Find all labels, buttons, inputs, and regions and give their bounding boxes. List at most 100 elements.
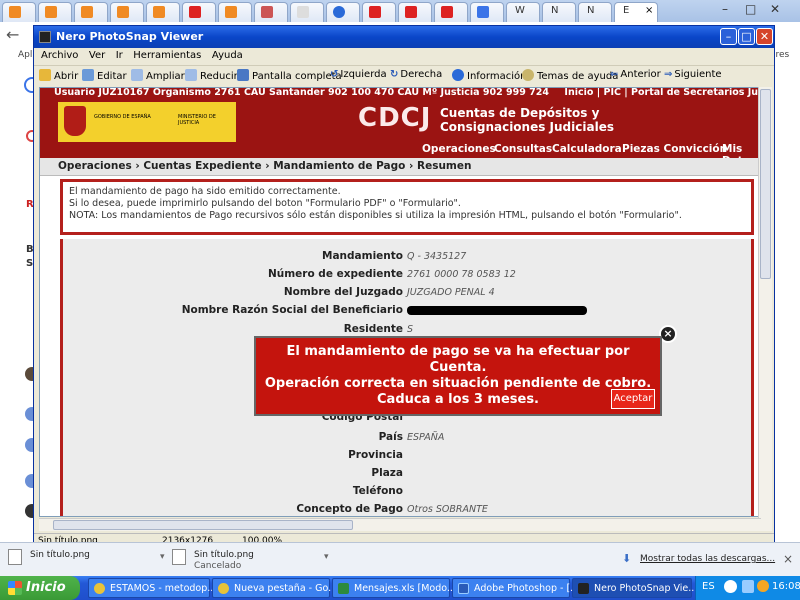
image-viewport[interactable]: Usuario JUZ10167 Organismo 2761 CAU Sant… <box>39 87 761 517</box>
arrow-right-icon: ⇒ <box>664 69 673 80</box>
zoom-out-button[interactable]: Reducir <box>185 69 238 82</box>
chevron-down-icon[interactable]: ▾ <box>324 552 329 562</box>
browser-tab[interactable] <box>434 2 468 22</box>
zoom-out-icon <box>185 69 197 81</box>
minimize-icon[interactable]: – <box>722 2 728 16</box>
vertical-scrollbar[interactable] <box>758 87 772 531</box>
browser-tab-strip: W N N E × – □ ✕ <box>0 0 800 22</box>
zoom-in-icon <box>131 69 143 81</box>
taskbar-item[interactable]: Adobe Photoshop - [... <box>452 578 579 598</box>
taskbar-item-active[interactable]: Nero PhotoSnap Vie... <box>572 578 697 598</box>
edit-button[interactable]: Editar <box>82 69 127 82</box>
nav-operaciones[interactable]: Operaciones <box>422 143 496 155</box>
minimize-button[interactable]: – <box>720 28 737 45</box>
close-icon[interactable]: × <box>783 552 793 566</box>
nav-calculadora[interactable]: Calculadora <box>552 143 622 155</box>
menu-ir[interactable]: Ir <box>116 50 123 61</box>
browser-tab[interactable] <box>218 2 252 22</box>
windows-logo-icon <box>8 581 22 595</box>
menu-ayuda[interactable]: Ayuda <box>212 50 243 61</box>
nav-consultas[interactable]: Consultas <box>494 143 552 155</box>
task-label: Nero PhotoSnap Vie... <box>594 583 698 594</box>
field-value: Q - 3435127 <box>407 251 467 262</box>
edit-icon <box>82 69 94 81</box>
nav-piezas-conviccion[interactable]: Piezas Convicción <box>622 143 727 155</box>
rotate-left-icon: ↺ <box>330 69 339 80</box>
field-row: Número de expediente 2761 0000 78 0583 12 <box>63 268 760 284</box>
start-button[interactable]: Inicio <box>0 576 80 600</box>
download-item[interactable]: Sin título.png ▾ <box>8 547 168 573</box>
browser-tab[interactable] <box>470 2 504 22</box>
zoom-in-button[interactable]: Ampliar <box>131 69 185 82</box>
chevron-down-icon[interactable]: ▾ <box>160 552 165 562</box>
browser-tab[interactable] <box>2 2 36 22</box>
browser-tab[interactable] <box>398 2 432 22</box>
rotate-right-label: Derecha <box>400 69 443 80</box>
browser-tab[interactable] <box>362 2 396 22</box>
fullscreen-icon <box>237 69 249 81</box>
scroll-thumb[interactable] <box>53 520 353 530</box>
back-arrow-icon[interactable]: ← <box>6 25 19 44</box>
browser-tab[interactable] <box>110 2 144 22</box>
taskbar-item[interactable]: Nueva pestaña - Go... <box>212 578 337 598</box>
accept-button[interactable]: Aceptar <box>611 389 655 409</box>
field-value: S <box>407 324 414 335</box>
notice-line: El mandamiento de pago ha sido emitido c… <box>69 186 341 197</box>
maximize-icon[interactable]: □ <box>745 2 756 16</box>
scroll-thumb[interactable] <box>760 89 771 279</box>
next-button[interactable]: ⇒ Siguiente <box>664 69 722 80</box>
browser-tab[interactable]: W <box>506 2 540 22</box>
info-icon <box>452 69 464 81</box>
coat-of-arms-icon <box>64 106 86 136</box>
browser-tab[interactable]: N <box>542 2 576 22</box>
browser-tab[interactable] <box>290 2 324 22</box>
zoom-in-label: Ampliar <box>146 71 185 82</box>
youtube-icon <box>189 6 201 18</box>
browser-tab-active[interactable]: E × <box>614 2 658 22</box>
browser-tab[interactable]: N <box>578 2 612 22</box>
show-all-downloads-link[interactable]: Mostrar todas las descargas... <box>640 554 775 564</box>
close-icon[interactable]: × <box>645 5 653 16</box>
close-button[interactable]: ✕ <box>756 28 773 45</box>
menu-archivo[interactable]: Archivo <box>41 50 78 61</box>
menu-herramientas[interactable]: Herramientas <box>133 50 201 61</box>
taskbar-item[interactable]: Mensajes.xls [Modo... <box>332 578 456 598</box>
popup-line: El mandamiento de pago se va ha efectuar… <box>286 344 630 375</box>
horizontal-scrollbar[interactable] <box>39 518 761 531</box>
rotate-right-button[interactable]: ↻ Derecha <box>390 69 442 80</box>
browser-tab[interactable] <box>254 2 288 22</box>
clock: 16:08 <box>772 581 800 592</box>
fullscreen-button[interactable]: Pantalla completa <box>237 69 342 82</box>
taskbar-item[interactable]: ESTAMOS - metodop... <box>88 578 216 598</box>
browser-tab[interactable] <box>146 2 180 22</box>
help-icon <box>522 69 534 81</box>
site-subtitle: Cuentas de Depósitos y Consignaciones Ju… <box>440 106 614 134</box>
info-button[interactable]: Información <box>452 69 526 82</box>
menu-ver[interactable]: Ver <box>89 50 105 61</box>
apps-shortcut[interactable]: Apl <box>18 50 32 60</box>
tray-app-icon[interactable] <box>757 580 769 592</box>
maximize-button[interactable]: □ <box>738 28 755 45</box>
rotate-left-button[interactable]: ↺ Izquierda <box>330 69 387 80</box>
download-item[interactable]: Sin título.png Cancelado ▾ <box>172 547 332 573</box>
browser-tab[interactable] <box>74 2 108 22</box>
browser-tab[interactable] <box>182 2 216 22</box>
language-indicator[interactable]: ES <box>702 581 715 592</box>
field-row: País ESPAÑA <box>63 431 760 447</box>
help-icon[interactable] <box>724 580 737 593</box>
taskbar: Inicio ESTAMOS - metodop... Nueva pestañ… <box>0 576 800 600</box>
top-links[interactable]: Inicio | PIC | Portal de Secretarios Ju <box>564 88 758 98</box>
help-button[interactable]: Temas de ayuda <box>522 69 618 82</box>
browser-tab[interactable] <box>326 2 360 22</box>
popup-line: Caduca a los 3 meses. <box>377 392 539 407</box>
previous-label: Anterior <box>620 69 661 80</box>
previous-button[interactable]: ⇐ Anterior <box>610 69 661 80</box>
blogger-icon <box>45 6 57 18</box>
popup-message: El mandamiento de pago se va ha efectuar… <box>256 344 660 408</box>
browser-tab[interactable] <box>38 2 72 22</box>
rotate-left-label: Izquierda <box>340 69 387 80</box>
network-icon[interactable] <box>742 580 754 593</box>
window-titlebar[interactable]: Nero PhotoSnap Viewer – □ ✕ <box>34 26 774 48</box>
open-button[interactable]: Abrir <box>39 69 78 82</box>
close-icon[interactable]: ✕ <box>770 2 780 16</box>
